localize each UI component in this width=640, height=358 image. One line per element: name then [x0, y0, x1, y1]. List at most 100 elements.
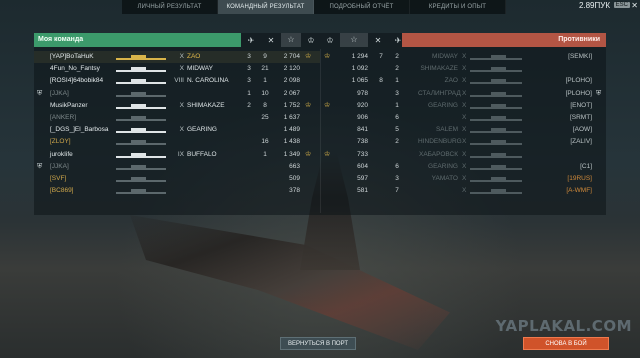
- enemy-ship-name: ZAO: [444, 77, 458, 85]
- enemy-kills-value: 7: [379, 53, 383, 60]
- player-name: [ZLOY]: [50, 138, 71, 146]
- enemy-planes-shot-value: 6: [395, 162, 399, 170]
- enemy-base-xp-value: 920: [357, 101, 368, 109]
- enemy-team-row[interactable]: 1 092 2 SHIMAKAZE X: [320, 63, 606, 75]
- enemy-team-row[interactable]: 581 7 X [A-WMF]: [320, 185, 606, 197]
- table-row: 4Fun_No_Fantsy X MIDWAY 3 21 2 120 1 092 2 SHIMA…: [34, 63, 606, 75]
- enemy-ship-name: GEARING: [428, 162, 458, 170]
- ship-silhouette-icon: [470, 152, 522, 158]
- my-team-row[interactable]: [YAP]BoTaHuK X ZAO 3 9 2 704 ♔: [34, 51, 320, 63]
- ship-silhouette-icon: [470, 176, 522, 182]
- enemy-ship-tier: X: [462, 53, 467, 60]
- ship-silhouette-icon: [116, 139, 166, 146]
- return-to-port-button[interactable]: ВЕРНУТЬСЯ В ПОРТ: [280, 337, 356, 350]
- ship-silhouette-icon: [116, 103, 166, 109]
- enemy-team-row[interactable]: 738 2 HINDENBURG X [ZALIV]: [320, 136, 606, 148]
- enemy-ship-name: HINDENBURG: [418, 138, 462, 146]
- division-icon: ⛨: [37, 89, 43, 97]
- tab-credits[interactable]: КРЕДИТЫ И ОПЫТ: [410, 0, 506, 14]
- base-xp-icon[interactable]: ☆: [281, 33, 301, 47]
- my-team-row[interactable]: MusikPanzer X SHIMAKAZE 2 8 1 752 ♔: [34, 100, 320, 112]
- enemy-planes-shot-value: 3: [395, 89, 399, 97]
- division-icon: ⛨: [596, 89, 602, 97]
- enemy-ship-tier: X: [462, 65, 467, 73]
- close-icon[interactable]: ✕: [631, 1, 638, 10]
- ship-silhouette-icon: [116, 127, 166, 134]
- ship-tier: X: [179, 126, 184, 134]
- enemy-planes-shot-value: 2: [395, 53, 399, 60]
- enemy-base-xp-value: 581: [357, 187, 368, 195]
- base-xp-value: 378: [289, 187, 300, 195]
- enemy-ship-name: СТАЛИНГРАД: [418, 89, 461, 97]
- planes-shot-value: 3: [247, 77, 251, 85]
- tab-team[interactable]: КОМАНДНЫЙ РЕЗУЛЬТАТ: [218, 0, 314, 14]
- enemy-base-xp-value: 604: [357, 162, 368, 170]
- enemy-base-xp-icon[interactable]: ☆: [340, 33, 368, 47]
- battle-again-button[interactable]: СНОВА В БОЙ: [523, 337, 609, 350]
- results-table: [YAP]BoTaHuK X ZAO 3 9 2 704 ♔ ♔ 1 294 7 2 MIDWAY X[…: [34, 51, 606, 197]
- ship-silhouette-icon: [470, 103, 522, 109]
- enemy-ship-tier: X: [462, 126, 467, 134]
- enemy-team-row[interactable]: 978 3 СТАЛИНГРАД X [PLOHO] ⛨: [320, 88, 606, 100]
- base-xp-value: 1 349: [283, 150, 300, 158]
- player-name: [SVF]: [50, 174, 67, 182]
- enemy-team-row[interactable]: 1 065 8 1 ZAO X [PLOHO]: [320, 75, 606, 87]
- ship-silhouette-icon: [116, 176, 166, 182]
- enemy-team-row[interactable]: 841 5 SALEM X [AOW]: [320, 124, 606, 136]
- enemy-team-header: Противники: [402, 33, 606, 47]
- enemy-team-row[interactable]: ♔ 1 294 7 2 MIDWAY X [SEMKI]: [320, 51, 606, 63]
- tab-detailed[interactable]: ПОДРОБНЫЙ ОТЧЁТ: [314, 0, 410, 14]
- kills-value: 8: [263, 101, 267, 109]
- my-team-row[interactable]: [BC869] 378: [34, 185, 320, 197]
- my-team-row[interactable]: [ANKER] 25 1 637: [34, 112, 320, 124]
- enemy-planes-shot-value: 1: [395, 101, 399, 109]
- enemy-ship-tier: X: [462, 187, 467, 195]
- kills-icon[interactable]: ✕: [261, 36, 281, 45]
- table-row: [ZLOY] 16 1 438 738 2 HINDENBURG X [ZALIV]: [34, 136, 606, 148]
- player-name: [JJKA]: [50, 162, 69, 170]
- enemy-team-row[interactable]: ♔ 733 ХАБАРОВСК X: [320, 149, 606, 161]
- base-xp-value: 2 098: [283, 77, 300, 85]
- enemy-team-row[interactable]: ♔ 920 1 GEARING X [ENOT]: [320, 100, 606, 112]
- kills-value: 25: [261, 113, 269, 121]
- my-team-row[interactable]: [ROSI4]64bobik84 VIII N. CAROLINA 3 1 2 098: [34, 75, 320, 87]
- enemy-base-xp-value: 906: [357, 113, 368, 121]
- enemy-team-row[interactable]: 597 3 YAMATO X [19RUS]: [320, 173, 606, 185]
- my-team-row[interactable]: 4Fun_No_Fantsy X MIDWAY 3 21 2 120: [34, 63, 320, 75]
- enemy-team-row[interactable]: 604 6 GEARING X [C1]: [320, 161, 606, 173]
- enemy-planes-shot-value: 3: [395, 174, 399, 182]
- ship-silhouette-icon: [116, 164, 166, 170]
- my-team-row[interactable]: [_DGS_]El_Barbosa X GEARING 1 489: [34, 124, 320, 136]
- table-row: ⛨ [JJKA] 1 10 2 067 978 3 СТАЛИНГРАД X [PLOHO] ⛨: [34, 88, 606, 100]
- enemy-player-name: [SEMKI]: [568, 53, 592, 60]
- ship-silhouette-icon: [470, 91, 522, 97]
- ship-name: ZAO: [187, 53, 201, 60]
- enemy-ship-tier: X: [462, 138, 467, 146]
- tab-personal[interactable]: ЛИЧНЫЙ РЕЗУЛЬТАТ: [122, 0, 218, 14]
- base-xp-value: 1 438: [283, 138, 300, 146]
- planes-shot-icon[interactable]: ✈: [241, 36, 261, 45]
- team-results-panel: Моя команда ✈ ✕ ☆ ♔ ♔ ☆ ✕ ✈ Противники […: [34, 33, 606, 215]
- base-xp-value: 1 752: [283, 101, 300, 109]
- my-team-row[interactable]: jurokIife IX BUFFALO 1 1 349 ♔: [34, 149, 320, 161]
- enemy-player-name: [SRMT]: [569, 113, 592, 121]
- my-team-row[interactable]: ⛨ [JJKA] 663: [34, 161, 320, 173]
- enemy-base-xp-value: 978: [357, 89, 368, 97]
- ship-silhouette-icon: [470, 67, 522, 73]
- medal-icon: ♔: [305, 150, 312, 158]
- my-team-row[interactable]: [ZLOY] 16 1 438: [34, 136, 320, 148]
- ship-tier: VIII: [174, 77, 184, 85]
- medal-column-icon: ♔: [307, 35, 315, 45]
- medal-icon: ♔: [305, 101, 312, 109]
- enemy-team-row[interactable]: 906 6 X [SRMT]: [320, 112, 606, 124]
- enemy-player-name: [AOW]: [572, 126, 592, 134]
- ship-tier: IX: [177, 150, 184, 158]
- kills-value: 10: [261, 89, 269, 97]
- table-row: [SVF] 509 597 3 YAMATO X [19RUS]: [34, 173, 606, 185]
- my-team-row[interactable]: [SVF] 509: [34, 173, 320, 185]
- my-team-row[interactable]: ⛨ [JJKA] 1 10 2 067: [34, 88, 320, 100]
- table-row: [ANKER] 25 1 637 906 6 X [SRMT]: [34, 112, 606, 124]
- enemy-kills-icon[interactable]: ✕: [368, 36, 388, 45]
- enemy-ship-tier: X: [462, 77, 467, 85]
- esc-hint: ESC: [613, 2, 630, 8]
